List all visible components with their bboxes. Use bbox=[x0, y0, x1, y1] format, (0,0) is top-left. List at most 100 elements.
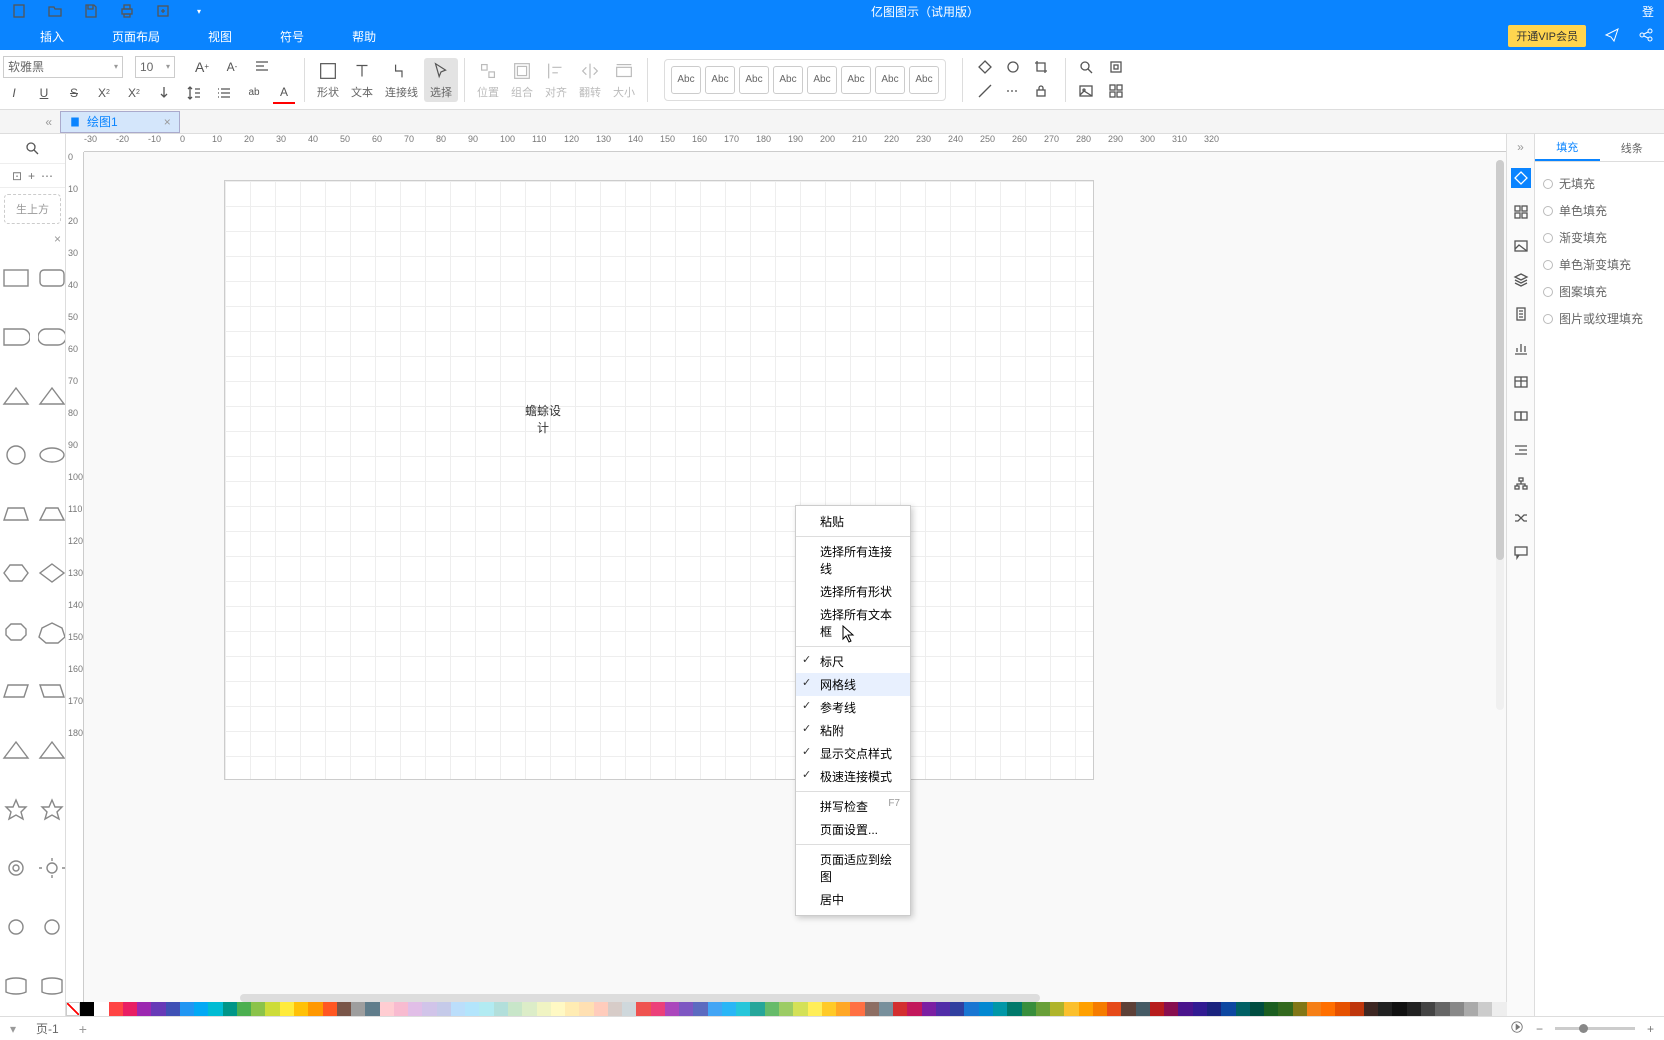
connector-tool[interactable]: 连接线 bbox=[379, 58, 424, 102]
page-tab[interactable]: 页-1 bbox=[26, 1018, 69, 1039]
scrollbar-vertical[interactable] bbox=[1496, 160, 1504, 710]
color-swatch[interactable] bbox=[565, 1002, 579, 1016]
color-swatch[interactable] bbox=[679, 1002, 693, 1016]
align-tool[interactable]: 对齐 bbox=[539, 58, 573, 102]
color-swatch[interactable] bbox=[1464, 1002, 1478, 1016]
color-swatch[interactable] bbox=[622, 1002, 636, 1016]
color-swatch[interactable] bbox=[1022, 1002, 1036, 1016]
text-rotate-icon[interactable] bbox=[153, 82, 175, 104]
position-tool[interactable]: 位置 bbox=[471, 58, 505, 102]
color-swatch[interactable] bbox=[180, 1002, 194, 1016]
rail-indent-icon[interactable] bbox=[1511, 440, 1531, 460]
share-icon[interactable] bbox=[1638, 27, 1654, 46]
color-swatch[interactable] bbox=[365, 1002, 379, 1016]
shape-trapezoid2[interactable] bbox=[38, 502, 65, 526]
color-swatch[interactable] bbox=[1136, 1002, 1150, 1016]
color-swatch[interactable] bbox=[1107, 1002, 1121, 1016]
color-swatch[interactable] bbox=[294, 1002, 308, 1016]
rail-chart-icon[interactable] bbox=[1511, 338, 1531, 358]
color-swatch[interactable] bbox=[1236, 1002, 1250, 1016]
color-swatch[interactable] bbox=[594, 1002, 608, 1016]
color-swatch[interactable] bbox=[1321, 1002, 1335, 1016]
color-swatch[interactable] bbox=[223, 1002, 237, 1016]
color-swatch[interactable] bbox=[166, 1002, 180, 1016]
fill-gradient[interactable]: 渐变填充 bbox=[1543, 224, 1656, 251]
more-icon[interactable]: ⋯ bbox=[41, 169, 53, 183]
color-swatch[interactable] bbox=[865, 1002, 879, 1016]
lock-icon[interactable] bbox=[1033, 83, 1051, 101]
color-swatch[interactable] bbox=[537, 1002, 551, 1016]
color-swatch[interactable] bbox=[551, 1002, 565, 1016]
color-swatch[interactable] bbox=[1207, 1002, 1221, 1016]
color-swatch[interactable] bbox=[1293, 1002, 1307, 1016]
size-tool[interactable]: 大小 bbox=[607, 58, 641, 102]
prop-tab-fill[interactable]: 填充 bbox=[1535, 134, 1600, 161]
image-icon[interactable] bbox=[1078, 83, 1096, 101]
ctx-select-text[interactable]: 选择所有文本框 bbox=[796, 603, 910, 643]
italic-icon[interactable]: I bbox=[3, 82, 25, 104]
font-size-select[interactable]: 10▾ bbox=[135, 56, 175, 78]
color-swatch[interactable] bbox=[337, 1002, 351, 1016]
shape-roundrect[interactable] bbox=[38, 266, 65, 290]
color-swatch[interactable] bbox=[1093, 1002, 1107, 1016]
color-swatch[interactable] bbox=[636, 1002, 650, 1016]
style-preset[interactable]: Abc bbox=[841, 66, 871, 94]
zoom-out-icon[interactable]: − bbox=[1536, 1022, 1543, 1036]
color-swatch[interactable] bbox=[950, 1002, 964, 1016]
color-swatch[interactable] bbox=[1435, 1002, 1449, 1016]
color-swatch[interactable] bbox=[750, 1002, 764, 1016]
color-swatch[interactable] bbox=[1221, 1002, 1235, 1016]
search-shapes-icon[interactable] bbox=[24, 140, 42, 158]
shape-octagon[interactable] bbox=[2, 620, 30, 644]
shape-banner[interactable] bbox=[2, 974, 30, 998]
shape-triangle3[interactable] bbox=[2, 738, 30, 762]
menu-layout[interactable]: 页面布局 bbox=[112, 28, 160, 45]
style-preset[interactable]: Abc bbox=[773, 66, 803, 94]
style-gallery[interactable]: Abc Abc Abc Abc Abc Abc Abc Abc bbox=[664, 59, 946, 101]
rail-tree-icon[interactable] bbox=[1511, 474, 1531, 494]
shadow-icon[interactable] bbox=[1005, 59, 1023, 77]
color-swatch[interactable] bbox=[1407, 1002, 1421, 1016]
rail-link-icon[interactable] bbox=[1511, 406, 1531, 426]
superscript-icon[interactable]: X2 bbox=[93, 82, 115, 104]
menu-insert[interactable]: 插入 bbox=[40, 28, 64, 45]
shape-hexagon[interactable] bbox=[2, 561, 30, 585]
color-swatch[interactable] bbox=[1478, 1002, 1492, 1016]
rail-grid-icon[interactable] bbox=[1511, 202, 1531, 222]
shape-triangle2[interactable] bbox=[38, 384, 65, 408]
font-color-icon[interactable]: A bbox=[273, 82, 295, 104]
ctx-fit-page[interactable]: 页面适应到绘图 bbox=[796, 848, 910, 888]
collapse-left-icon[interactable]: « bbox=[0, 115, 60, 129]
menu-help[interactable]: 帮助 bbox=[352, 28, 376, 45]
color-swatch[interactable] bbox=[779, 1002, 793, 1016]
rail-table-icon[interactable] bbox=[1511, 372, 1531, 392]
menu-view[interactable]: 视图 bbox=[208, 28, 232, 45]
rail-layers-icon[interactable] bbox=[1511, 270, 1531, 290]
rail-shuffle-icon[interactable] bbox=[1511, 508, 1531, 528]
color-swatch[interactable] bbox=[1335, 1002, 1349, 1016]
color-swatch[interactable] bbox=[1121, 1002, 1135, 1016]
document-tab[interactable]: 绘图1 × bbox=[60, 111, 180, 133]
ctx-select-shapes[interactable]: 选择所有形状 bbox=[796, 580, 910, 603]
shape-parallelogram[interactable] bbox=[2, 679, 30, 703]
align-text-icon[interactable] bbox=[251, 56, 273, 78]
fill-solid[interactable]: 单色填充 bbox=[1543, 197, 1656, 224]
underline-icon[interactable]: U bbox=[33, 82, 55, 104]
ctx-paste[interactable]: 粘贴 bbox=[796, 510, 910, 533]
ctx-snap[interactable]: 粘附 bbox=[796, 719, 910, 742]
rail-page-icon[interactable] bbox=[1511, 304, 1531, 324]
shape-gear[interactable] bbox=[2, 856, 30, 880]
user-icon[interactable]: 登 bbox=[1642, 3, 1654, 20]
line-spacing-icon[interactable] bbox=[183, 82, 205, 104]
color-swatch[interactable] bbox=[451, 1002, 465, 1016]
shape-tool[interactable]: 形状 bbox=[311, 58, 345, 102]
color-swatch[interactable] bbox=[1036, 1002, 1050, 1016]
color-swatch[interactable] bbox=[922, 1002, 936, 1016]
color-swatch[interactable] bbox=[808, 1002, 822, 1016]
text-case-icon[interactable]: ab bbox=[243, 82, 265, 104]
strike-icon[interactable]: S bbox=[63, 82, 85, 104]
shape-rect[interactable] bbox=[2, 266, 30, 290]
fill-sgradient[interactable]: 单色渐变填充 bbox=[1543, 251, 1656, 278]
no-color-swatch[interactable] bbox=[66, 1002, 80, 1016]
color-swatch[interactable] bbox=[208, 1002, 222, 1016]
